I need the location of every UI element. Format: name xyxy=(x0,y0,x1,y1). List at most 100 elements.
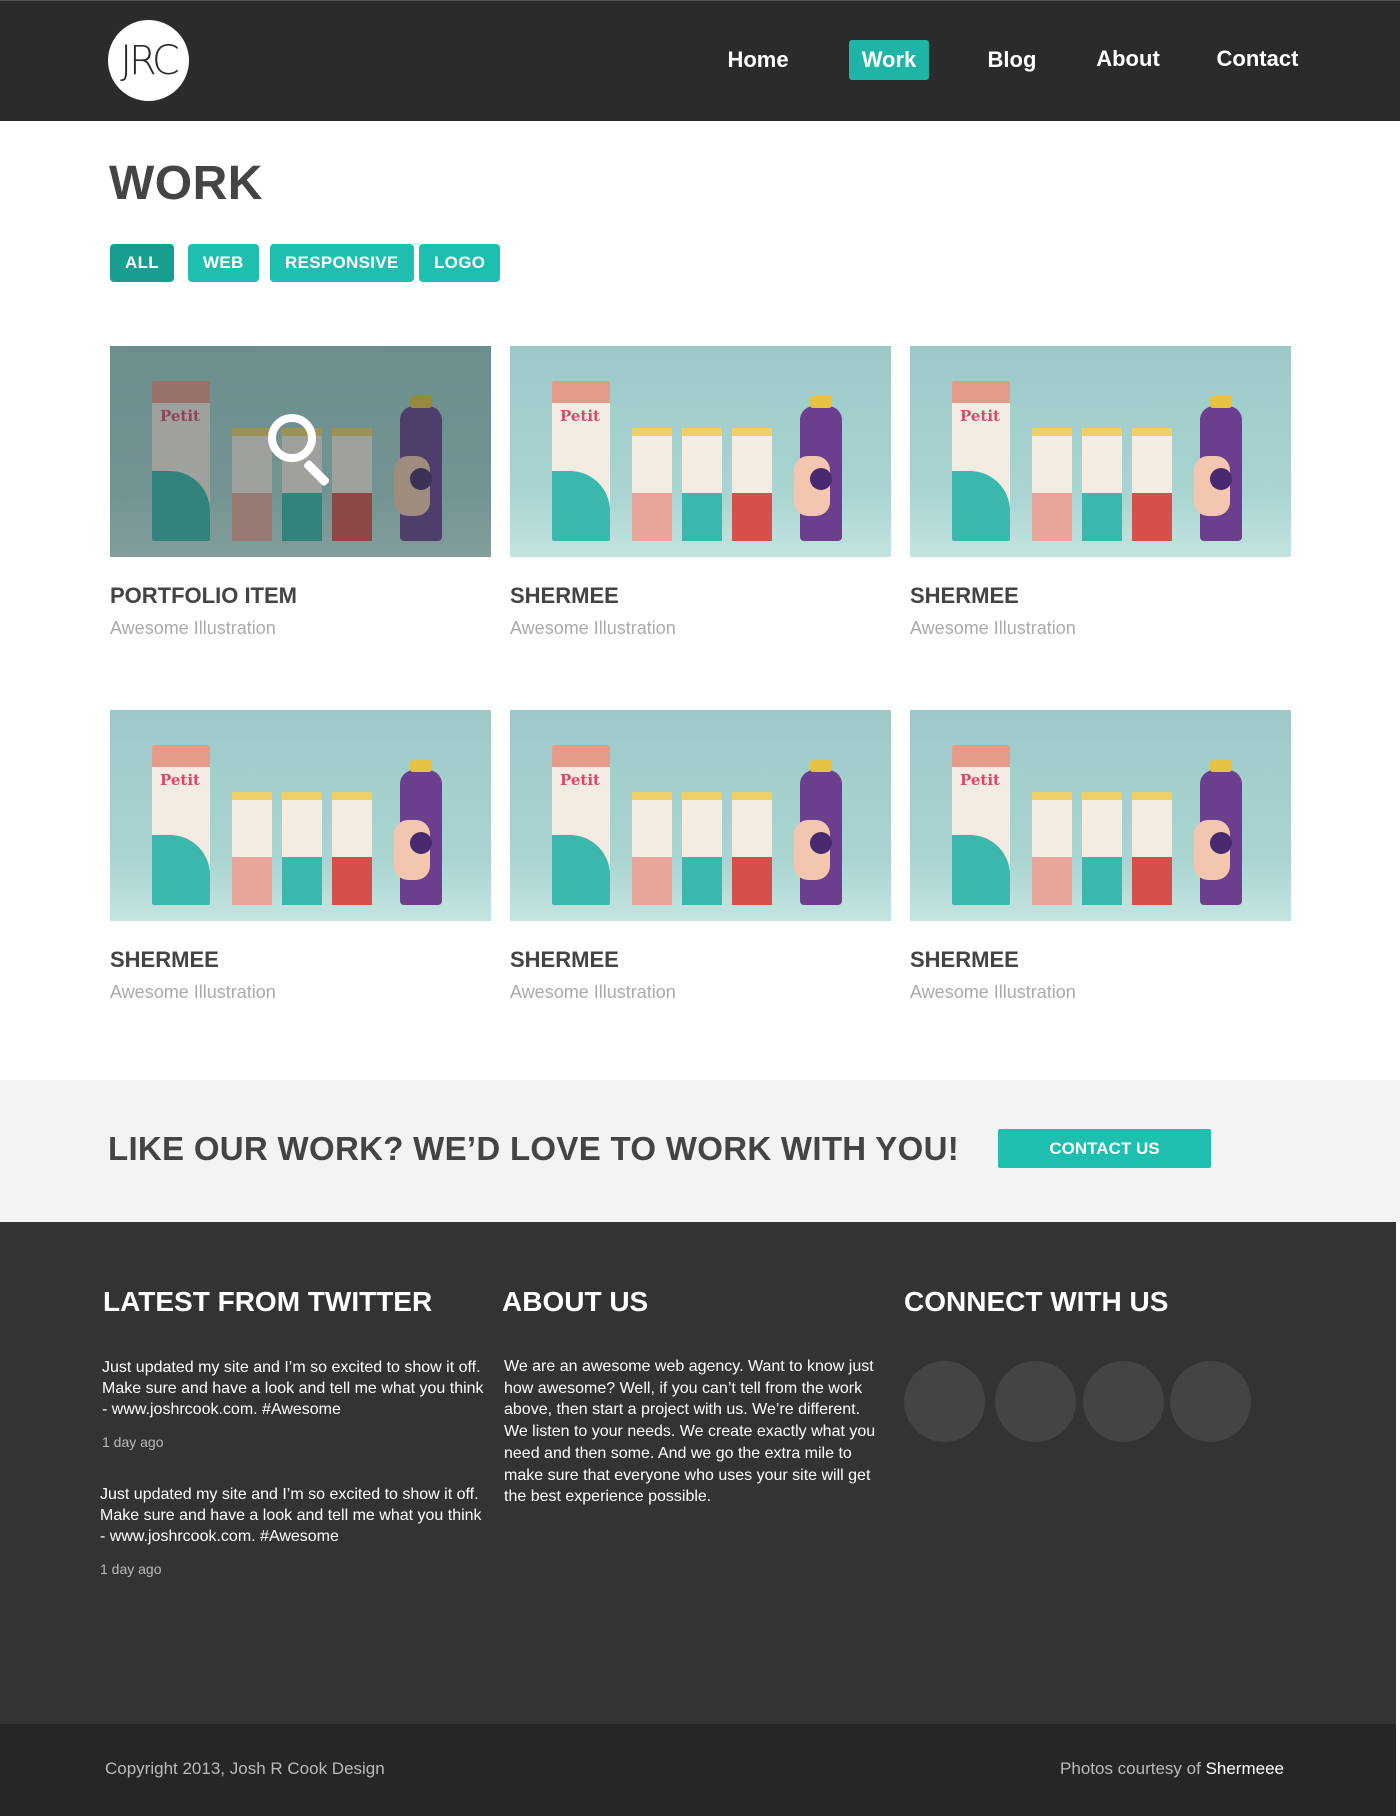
bottom-bar: Copyright 2013, Josh R Cook Design Photo… xyxy=(0,1724,1396,1816)
site-header: JRC Home Work Blog About Contact xyxy=(0,0,1400,121)
photo-credit: Photos courtesy of Shermeee xyxy=(1060,1759,1284,1779)
product-small-carton-image xyxy=(332,428,372,541)
portfolio-thumbnail[interactable]: Petit xyxy=(110,710,491,921)
social-icon-1[interactable] xyxy=(904,1361,985,1442)
portfolio-title[interactable]: SHERMEE xyxy=(510,947,619,973)
carton-band xyxy=(332,857,372,905)
portfolio-thumbnail[interactable]: Petit xyxy=(510,346,891,557)
about-text: We are an awesome web agency. Want to kn… xyxy=(504,1358,876,1506)
cta-band: LIKE OUR WORK? WE’D LOVE TO WORK WITH YO… xyxy=(0,1080,1400,1223)
carton-band xyxy=(332,493,372,541)
product-bottle-image xyxy=(794,396,842,541)
filter-web[interactable]: WEB xyxy=(188,244,259,282)
product-small-carton-image xyxy=(232,792,272,905)
portfolio-thumbnail[interactable]: Petit xyxy=(910,710,1291,921)
brand-logo: Petit xyxy=(160,407,200,425)
product-small-carton-image xyxy=(332,792,372,905)
carton-band xyxy=(1032,857,1072,905)
portfolio-thumbnail[interactable]: Petit xyxy=(510,710,891,921)
product-bottle-image xyxy=(394,760,442,905)
product-small-carton-image xyxy=(1032,792,1072,905)
bottle-plum-graphic xyxy=(810,832,832,854)
carton-band xyxy=(682,493,722,541)
portfolio-subtitle: Awesome Illustration xyxy=(910,982,1076,1002)
social-icon-3[interactable] xyxy=(1083,1361,1164,1442)
bottle-plum-graphic xyxy=(1210,468,1232,490)
twitter-heading: LATEST FROM TWITTER xyxy=(103,1286,433,1317)
carton-band xyxy=(1032,493,1072,541)
about-heading: ABOUT US xyxy=(502,1286,649,1317)
portfolio-subtitle: Awesome Illustration xyxy=(510,982,676,1002)
nav-home[interactable]: Home xyxy=(718,40,798,80)
product-small-carton-image xyxy=(682,428,722,541)
portfolio-thumbnail[interactable]: Petit xyxy=(110,346,491,557)
carton-band xyxy=(282,857,322,905)
tweet-time: 1 day ago xyxy=(102,1434,164,1450)
product-carton-image: Petit xyxy=(152,745,210,905)
carton-band xyxy=(632,857,672,905)
connect-heading: CONNECT WITH US xyxy=(904,1286,1169,1317)
filter-logo[interactable]: LOGO xyxy=(419,244,501,282)
brand-logo: Petit xyxy=(960,407,1000,425)
carton-band xyxy=(732,857,772,905)
carton-band xyxy=(1082,493,1122,541)
product-small-carton-image xyxy=(1132,428,1172,541)
bottle-plum-graphic xyxy=(1210,832,1232,854)
page-title: WORK xyxy=(109,157,263,210)
carton-band xyxy=(632,493,672,541)
bottle-hand-graphic xyxy=(394,456,430,516)
nav-about[interactable]: About xyxy=(1090,39,1166,79)
portfolio-title[interactable]: SHERMEE xyxy=(110,947,219,973)
nav-blog[interactable]: Blog xyxy=(980,40,1044,80)
product-small-carton-image xyxy=(232,428,272,541)
portfolio-subtitle: Awesome Illustration xyxy=(110,982,276,1002)
product-small-carton-image xyxy=(632,428,672,541)
nav-work[interactable]: Work xyxy=(849,40,929,80)
carton-band xyxy=(1082,857,1122,905)
copyright: Copyright 2013, Josh R Cook Design xyxy=(105,1759,385,1778)
magnifier-icon-handle xyxy=(302,459,331,487)
magnifier-icon[interactable] xyxy=(268,414,316,462)
product-bottle-image xyxy=(1194,760,1242,905)
nav-contact[interactable]: Contact xyxy=(1210,39,1305,79)
filter-responsive[interactable]: RESPONSIVE xyxy=(270,244,414,282)
portfolio-title[interactable]: SHERMEE xyxy=(910,583,1019,609)
carton-band xyxy=(732,493,772,541)
product-small-carton-image xyxy=(732,428,772,541)
portfolio-subtitle: Awesome Illustration xyxy=(510,618,676,638)
contact-us-button[interactable]: CONTACT US xyxy=(998,1129,1211,1168)
portfolio-title[interactable]: PORTFOLIO ITEM xyxy=(110,583,297,609)
carton-band xyxy=(232,857,272,905)
footer: LATEST FROM TWITTER Just updated my site… xyxy=(0,1222,1396,1725)
product-bottle-image xyxy=(1194,396,1242,541)
logo-text: JRC xyxy=(120,37,180,84)
product-carton-image: Petit xyxy=(552,381,610,541)
credit-prefix: Photos courtesy of xyxy=(1060,1759,1206,1778)
carton-band xyxy=(1132,857,1172,905)
product-carton-image: Petit xyxy=(952,381,1010,541)
portfolio-title[interactable]: SHERMEE xyxy=(510,583,619,609)
carton-band xyxy=(282,493,322,541)
social-icon-2[interactable] xyxy=(995,1361,1076,1442)
portfolio-subtitle: Awesome Illustration xyxy=(910,618,1076,638)
product-small-carton-image xyxy=(682,792,722,905)
filter-all[interactable]: ALL xyxy=(110,244,174,282)
logo[interactable]: JRC xyxy=(108,20,189,101)
brand-logo: Petit xyxy=(160,771,200,789)
portfolio-thumbnail[interactable]: Petit xyxy=(910,346,1291,557)
product-carton-image: Petit xyxy=(152,381,210,541)
portfolio-subtitle: Awesome Illustration xyxy=(110,618,276,638)
brand-logo: Petit xyxy=(560,407,600,425)
brand-logo: Petit xyxy=(960,771,1000,789)
credit-link[interactable]: Shermeee xyxy=(1206,1759,1284,1778)
cta-text: LIKE OUR WORK? WE’D LOVE TO WORK WITH YO… xyxy=(108,1130,960,1167)
product-carton-image: Petit xyxy=(552,745,610,905)
portfolio-title[interactable]: SHERMEE xyxy=(910,947,1019,973)
bottle-plum-graphic xyxy=(810,468,832,490)
tweet-text: Just updated my site and I’m so excited … xyxy=(100,1486,482,1545)
product-small-carton-image xyxy=(1032,428,1072,541)
product-small-carton-image xyxy=(1082,428,1122,541)
page-edge xyxy=(1396,1222,1400,1816)
product-small-carton-image xyxy=(1082,792,1122,905)
social-icon-4[interactable] xyxy=(1170,1361,1251,1442)
